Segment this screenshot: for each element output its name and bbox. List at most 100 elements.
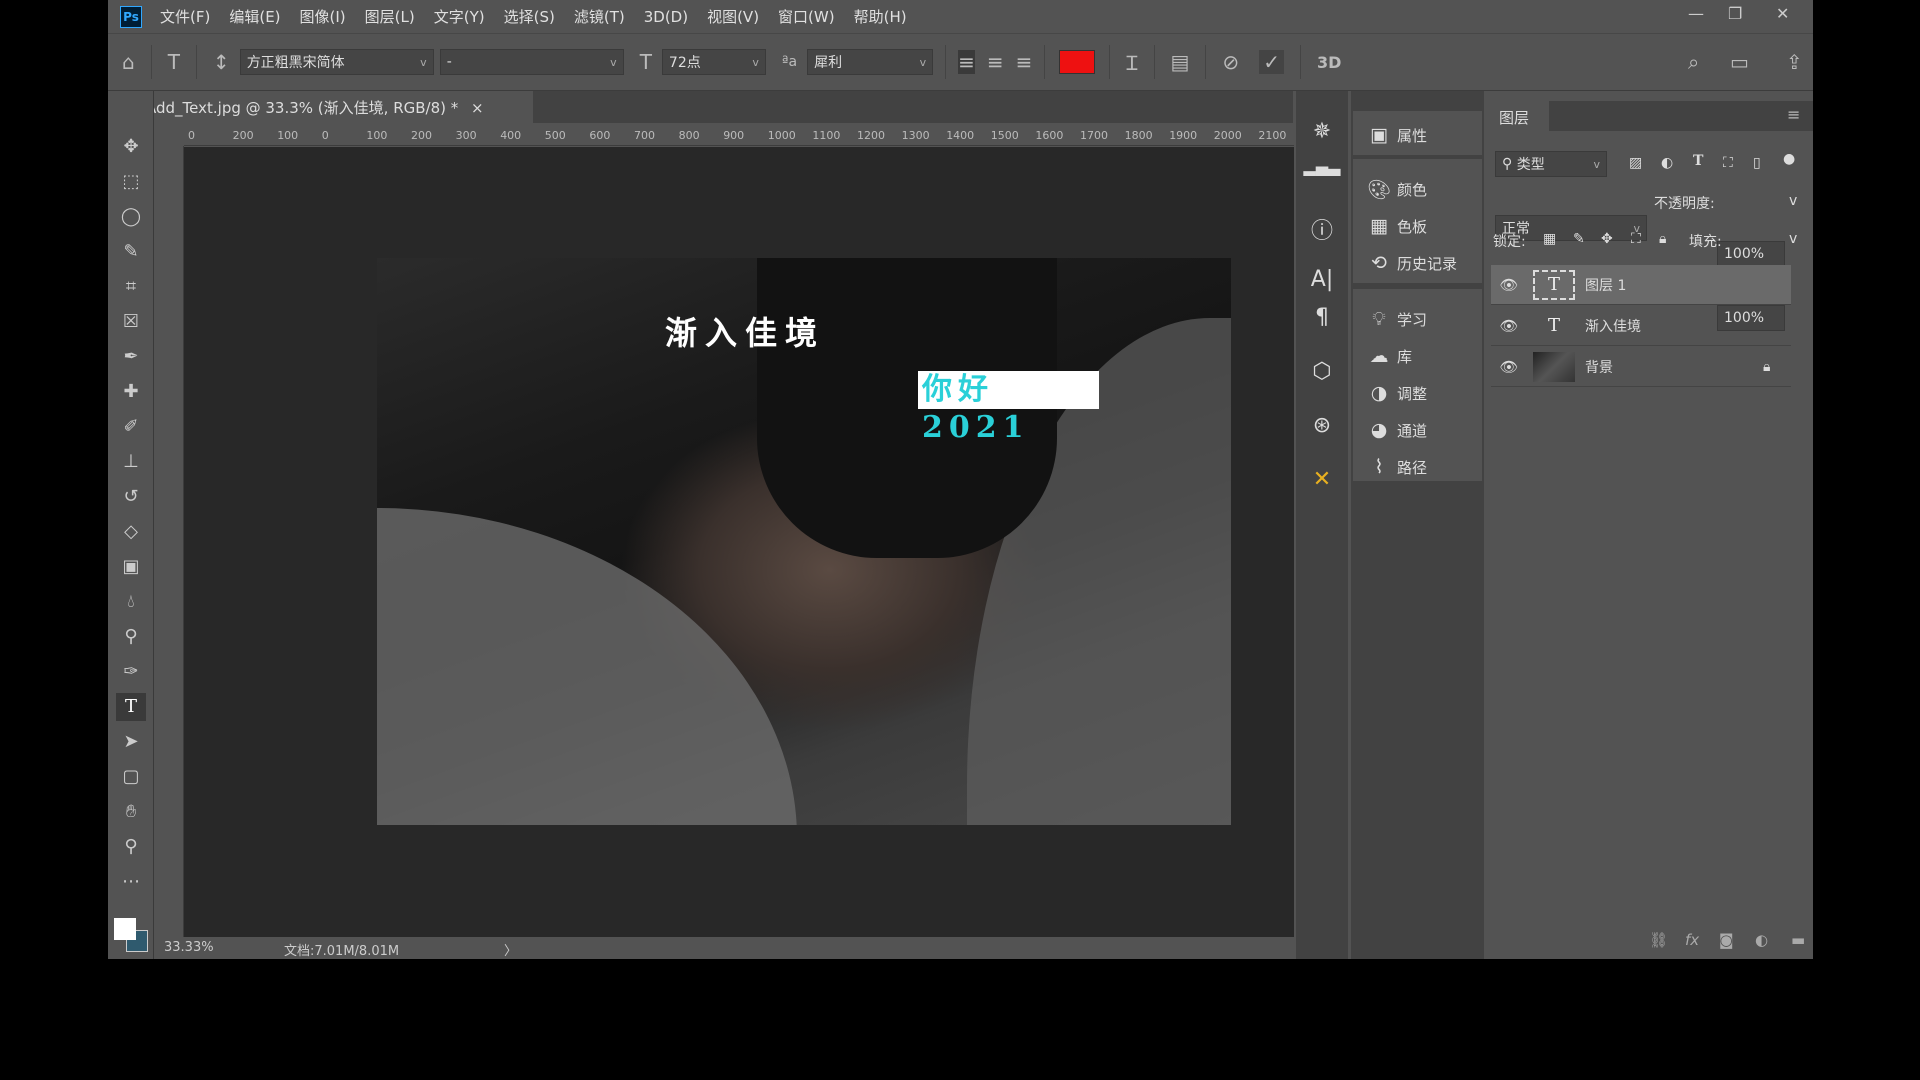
menu-select[interactable]: 选择(S): [504, 6, 555, 27]
menu-window[interactable]: 窗口(W): [778, 6, 835, 27]
panel-paths[interactable]: ⌇ 路径: [1355, 451, 1481, 483]
font-family-select[interactable]: 方正粗黑宋简体 v: [239, 49, 434, 75]
menu-help[interactable]: 帮助(H): [854, 6, 907, 27]
panel-menu-icon[interactable]: ≡: [1787, 105, 1800, 124]
search-icon[interactable]: ⌕: [1688, 50, 1699, 74]
minimize-button[interactable]: —: [1688, 4, 1704, 23]
filter-pixel-icon[interactable]: ▨: [1629, 155, 1642, 171]
close-tab-icon[interactable]: ×: [471, 99, 484, 117]
brush-tool-icon[interactable]: ✐: [116, 413, 146, 441]
character-icon[interactable]: A|: [1302, 267, 1342, 292]
tools-crossed-icon[interactable]: ✕: [1302, 467, 1342, 492]
dodge-tool-icon[interactable]: ⚲: [116, 623, 146, 651]
link-layers-icon[interactable]: ⛓: [1649, 931, 1668, 949]
title-text-layer[interactable]: 渐入佳境: [665, 308, 825, 354]
graph-icon[interactable]: ⊛: [1302, 413, 1342, 438]
eraser-tool-icon[interactable]: ◇: [116, 518, 146, 546]
lock-artboard-icon[interactable]: ⛶: [1631, 231, 1641, 247]
type-tool-icon[interactable]: T: [168, 50, 180, 74]
frame-tool-icon[interactable]: ☒: [116, 308, 146, 336]
eye-icon[interactable]: 👁︎: [1491, 358, 1527, 376]
home-icon[interactable]: ⌂: [122, 50, 135, 74]
document-image[interactable]: 渐入佳境 你好2021: [377, 258, 1231, 825]
crop-tool-icon[interactable]: ⌗: [116, 273, 146, 301]
align-right-icon[interactable]: ≡: [1016, 50, 1033, 74]
document-tab[interactable]: Add_Text.jpg @ 33.3% (渐入佳境, RGB/8) * ×: [128, 91, 533, 123]
panel-libraries[interactable]: ☁ 库: [1355, 340, 1481, 372]
lasso-tool-icon[interactable]: ◯: [116, 203, 146, 231]
lock-all-icon[interactable]: 🔒︎: [1659, 231, 1666, 247]
lock-position-icon[interactable]: ✥: [1601, 231, 1613, 247]
zoom-tool-icon[interactable]: ⚲: [116, 833, 146, 861]
panel-history[interactable]: ⟲ 历史记录: [1355, 247, 1481, 279]
layer-filter-select[interactable]: ⚲ 类型 v: [1495, 151, 1607, 177]
chevron-down-icon[interactable]: v: [1789, 231, 1797, 247]
lock-pixels-icon[interactable]: ✎: [1573, 231, 1585, 247]
close-window-button[interactable]: ✕: [1776, 4, 1789, 23]
pen-tool-icon[interactable]: ✑: [116, 658, 146, 686]
filter-type-icon[interactable]: T: [1693, 153, 1703, 169]
menu-layer[interactable]: 图层(L): [365, 6, 415, 27]
opacity-input[interactable]: 100%: [1717, 241, 1785, 267]
align-left-icon[interactable]: ≡: [958, 50, 975, 74]
panel-properties[interactable]: ▣ 属性: [1355, 119, 1481, 151]
healing-tool-icon[interactable]: ✚: [116, 378, 146, 406]
path-select-tool-icon[interactable]: ➤: [116, 728, 146, 756]
quick-select-tool-icon[interactable]: ✎: [116, 238, 146, 266]
paragraph-icon[interactable]: ¶: [1302, 305, 1342, 330]
character-panel-icon[interactable]: ▤: [1171, 50, 1190, 74]
new-group-icon[interactable]: ▬: [1791, 931, 1805, 949]
menu-filter[interactable]: 滤镜(T): [574, 6, 625, 27]
panel-color[interactable]: 🎨︎ 颜色: [1355, 173, 1481, 205]
adjustment-layer-icon[interactable]: ◐: [1755, 931, 1768, 949]
add-mask-icon[interactable]: ◙: [1719, 931, 1734, 949]
filter-adjustment-icon[interactable]: ◐: [1661, 155, 1673, 171]
cancel-icon[interactable]: ⊘: [1222, 50, 1239, 74]
stamp-tool-icon[interactable]: ⊥: [116, 448, 146, 476]
editing-text-layer[interactable]: 你好2021: [918, 371, 1099, 445]
navigator-icon[interactable]: ✵: [1302, 119, 1342, 144]
menu-view[interactable]: 视图(V): [707, 6, 759, 27]
layer-row[interactable]: 👁︎ T 渐入佳境: [1491, 306, 1791, 346]
blur-tool-icon[interactable]: 💧︎: [116, 588, 146, 616]
status-arrow[interactable]: 〉: [504, 940, 517, 959]
font-style-select[interactable]: -v: [439, 49, 624, 75]
menu-image[interactable]: 图像(I): [300, 6, 346, 27]
gradient-tool-icon[interactable]: ▣: [116, 553, 146, 581]
3d-cube-icon[interactable]: ⬡: [1302, 359, 1342, 384]
text-color-swatch[interactable]: [1059, 50, 1096, 74]
menu-3d[interactable]: 3D(D): [644, 8, 688, 26]
panel-swatches[interactable]: ▦ 色板: [1355, 210, 1481, 242]
panel-adjustments[interactable]: ◑ 调整: [1355, 377, 1481, 409]
more-tools-icon[interactable]: ⋯: [116, 868, 146, 896]
menu-type[interactable]: 文字(Y): [434, 6, 485, 27]
panel-learn[interactable]: 💡︎ 学习: [1355, 303, 1481, 335]
hand-tool-icon[interactable]: ✋︎: [116, 798, 146, 826]
zoom-level[interactable]: 33.33%: [164, 940, 214, 955]
histogram-icon[interactable]: ▂▄▃: [1302, 157, 1342, 176]
history-brush-tool-icon[interactable]: ↺: [116, 483, 146, 511]
foreground-color-swatch[interactable]: [114, 918, 136, 940]
move-tool-icon[interactable]: ✥: [116, 133, 146, 161]
3d-button[interactable]: 3D: [1317, 53, 1341, 72]
layers-tab[interactable]: 图层: [1489, 101, 1549, 131]
lock-transparent-icon[interactable]: ▦: [1543, 231, 1556, 247]
info-icon[interactable]: ⓘ: [1302, 213, 1342, 245]
filter-smart-icon[interactable]: ▯: [1753, 155, 1761, 171]
marquee-tool-icon[interactable]: ⬚: [116, 168, 146, 196]
filter-shape-icon[interactable]: ⛶: [1723, 155, 1733, 171]
menu-file[interactable]: 文件(F): [160, 6, 210, 27]
menu-edit[interactable]: 编辑(E): [229, 6, 280, 27]
font-size-select[interactable]: 72点 v: [661, 49, 766, 75]
chevron-down-icon[interactable]: v: [1789, 193, 1797, 209]
canvas-area[interactable]: 渐入佳境 你好2021: [184, 147, 1294, 937]
text-orientation-icon[interactable]: ↕: [213, 50, 230, 74]
panel-channels[interactable]: ◕ 通道: [1355, 414, 1481, 446]
shape-tool-icon[interactable]: ▢: [116, 763, 146, 791]
layer-row[interactable]: 👁︎ T 图层 1: [1491, 265, 1791, 305]
filter-toggle[interactable]: ●: [1783, 151, 1795, 167]
fx-icon[interactable]: fx: [1685, 931, 1699, 949]
align-center-icon[interactable]: ≡: [987, 50, 1004, 74]
antialias-select[interactable]: 犀利 v: [807, 49, 934, 75]
eye-icon[interactable]: 👁︎: [1491, 317, 1527, 335]
